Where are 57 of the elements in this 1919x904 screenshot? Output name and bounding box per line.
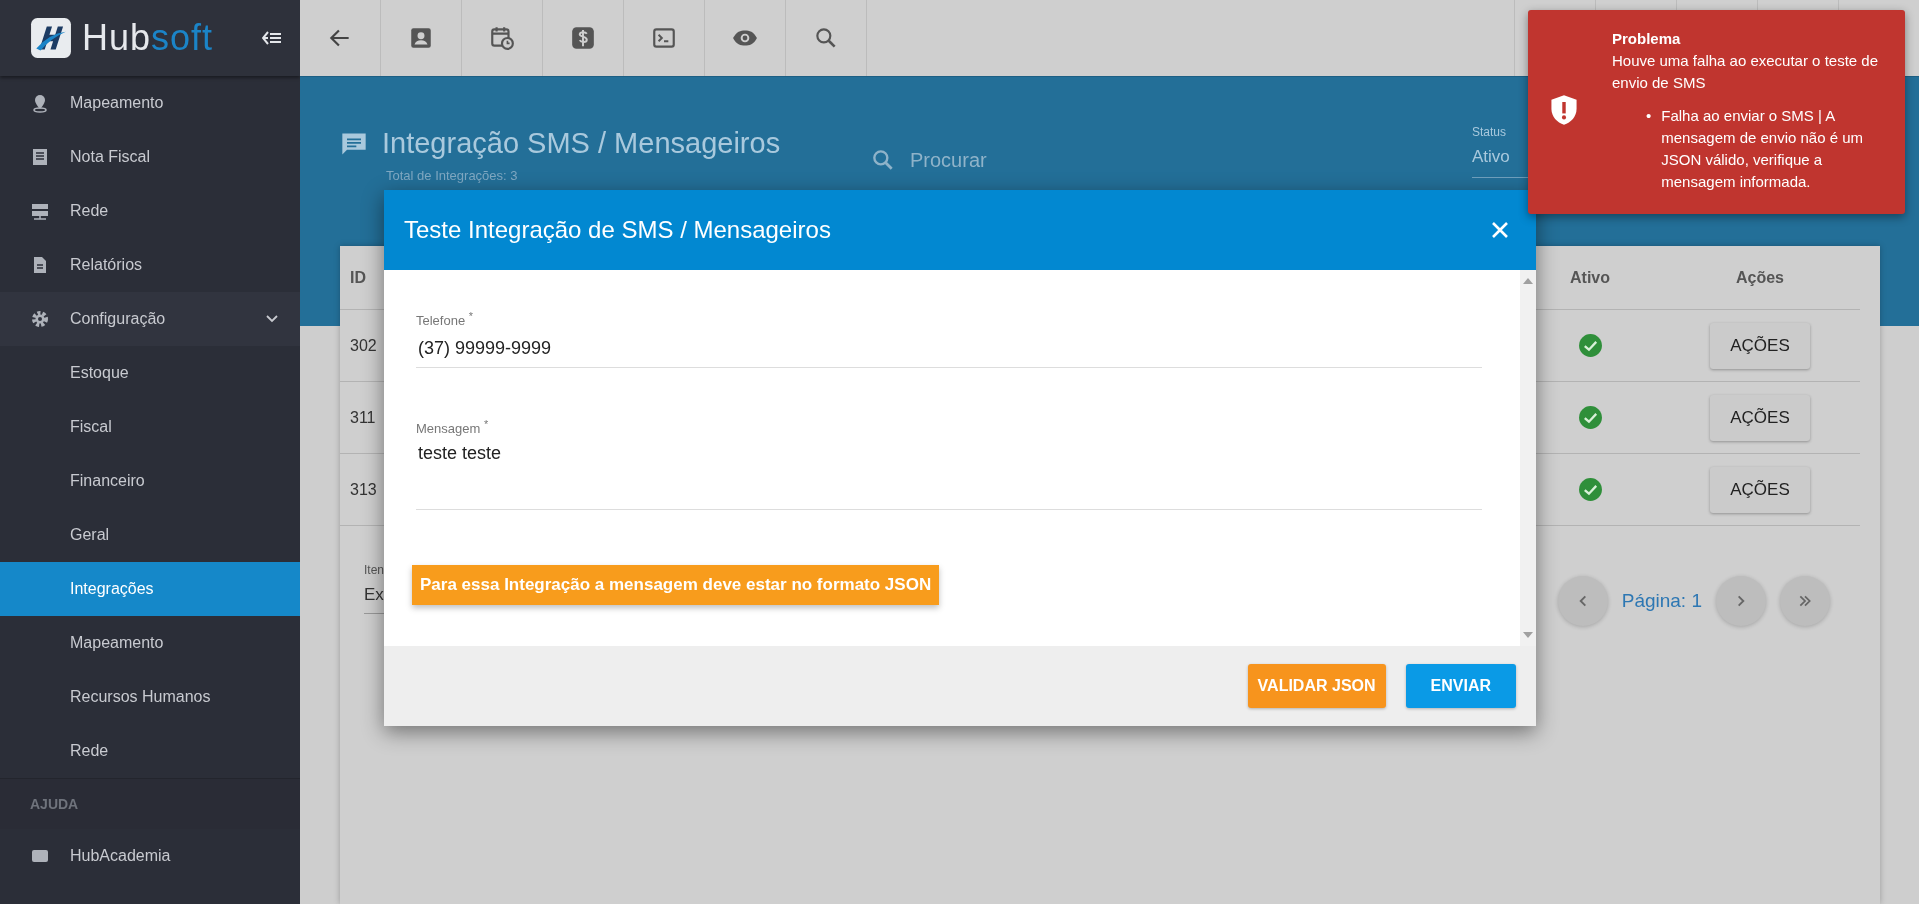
table-cell-text: 311 bbox=[349, 408, 377, 427]
settings-icon bbox=[30, 309, 50, 329]
chevron-icon bbox=[266, 315, 278, 323]
actions-button[interactable]: AÇÕES bbox=[1710, 394, 1810, 441]
location-pin-icon bbox=[30, 93, 50, 113]
sidebar-item[interactable]: Mapeamento bbox=[0, 616, 300, 670]
scroll-down-icon[interactable] bbox=[1523, 632, 1533, 638]
table-cell-text: 313 bbox=[349, 480, 378, 499]
error-detail: Falha ao enviar o SMS | A mensagem de envio não é um JSON válido, verifique a mensagem informada. bbox=[1661, 106, 1865, 192]
integration-count: Total de Integrações: 3 bbox=[386, 168, 519, 183]
logo-icon bbox=[30, 17, 72, 59]
sidebar-item[interactable]: Estoque bbox=[0, 346, 300, 400]
bullet: • bbox=[1646, 106, 1652, 127]
sidebar-item[interactable]: Mapeamento bbox=[0, 76, 300, 130]
page-title: Integração SMS / Mensageiros bbox=[382, 127, 781, 160]
receipt-icon bbox=[30, 147, 50, 167]
server-icon bbox=[30, 201, 50, 221]
table-cell-text: 302 bbox=[349, 336, 378, 355]
sidebar-item[interactable]: Recursos Humanos bbox=[0, 670, 300, 724]
sidebar-item[interactable]: Fiscal bbox=[0, 400, 300, 454]
sidebar-item[interactable]: Relatórios bbox=[0, 238, 300, 292]
field-label: Telefone $^{*}$ bbox=[416, 310, 474, 329]
column-header: Ativo bbox=[1570, 268, 1610, 287]
sidebar-item[interactable]: Nota Fiscal bbox=[0, 130, 300, 184]
page-indicator: Página: 1 bbox=[1621, 590, 1702, 612]
column-header: ID bbox=[349, 268, 367, 287]
close-icon[interactable] bbox=[1490, 220, 1510, 240]
dialog-title: Teste Integração de SMS / Mensageiros bbox=[404, 216, 832, 244]
scroll-up-icon[interactable] bbox=[1523, 278, 1533, 284]
collapse-menu-icon[interactable] bbox=[262, 31, 282, 45]
toast-message: Houve uma falha ao executar o teste de envio de SMS bbox=[1612, 50, 1879, 93]
sidebar-item[interactable]: HubAcademia bbox=[0, 829, 300, 883]
sidebar-item[interactable]: Integrações bbox=[0, 562, 300, 616]
shield-alert-icon bbox=[1550, 94, 1578, 127]
dollar-icon bbox=[570, 25, 596, 51]
sidebar-item[interactable]: Configuração bbox=[0, 292, 300, 346]
column-header: Ações bbox=[1736, 268, 1784, 287]
actions-button[interactable]: AÇÕES bbox=[1710, 466, 1810, 513]
actions-button[interactable]: AÇÕES bbox=[1710, 322, 1810, 369]
brand-name: Hubsoft bbox=[82, 17, 215, 59]
sidebar-item[interactable]: Geral bbox=[0, 508, 300, 562]
sidebar-item[interactable]: Rede bbox=[0, 724, 300, 778]
message-input[interactable]: teste teste bbox=[416, 436, 1482, 509]
phone-input[interactable]: (37) 99999-9999 bbox=[416, 328, 1482, 368]
contact-card-icon bbox=[408, 25, 434, 51]
items-per-page-label: Iten bbox=[364, 562, 385, 577]
calendar-clock-icon bbox=[489, 25, 515, 51]
status-label: Status bbox=[1472, 125, 1508, 139]
format-notice: Para essa Integração a mensagem deve estar no formato JSON bbox=[412, 564, 940, 605]
terminal-icon bbox=[651, 25, 677, 51]
sidebar-item[interactable]: Financeiro bbox=[0, 454, 300, 508]
sidebar-item[interactable]: Rede bbox=[0, 184, 300, 238]
toast-title: Problema bbox=[1612, 29, 1682, 49]
last-page-button[interactable] bbox=[1780, 576, 1830, 626]
field-label: Mensagem $^{*}$ bbox=[416, 418, 490, 437]
double-chevron-icon bbox=[1798, 594, 1812, 608]
search-field[interactable]: Procurar bbox=[908, 147, 1212, 173]
